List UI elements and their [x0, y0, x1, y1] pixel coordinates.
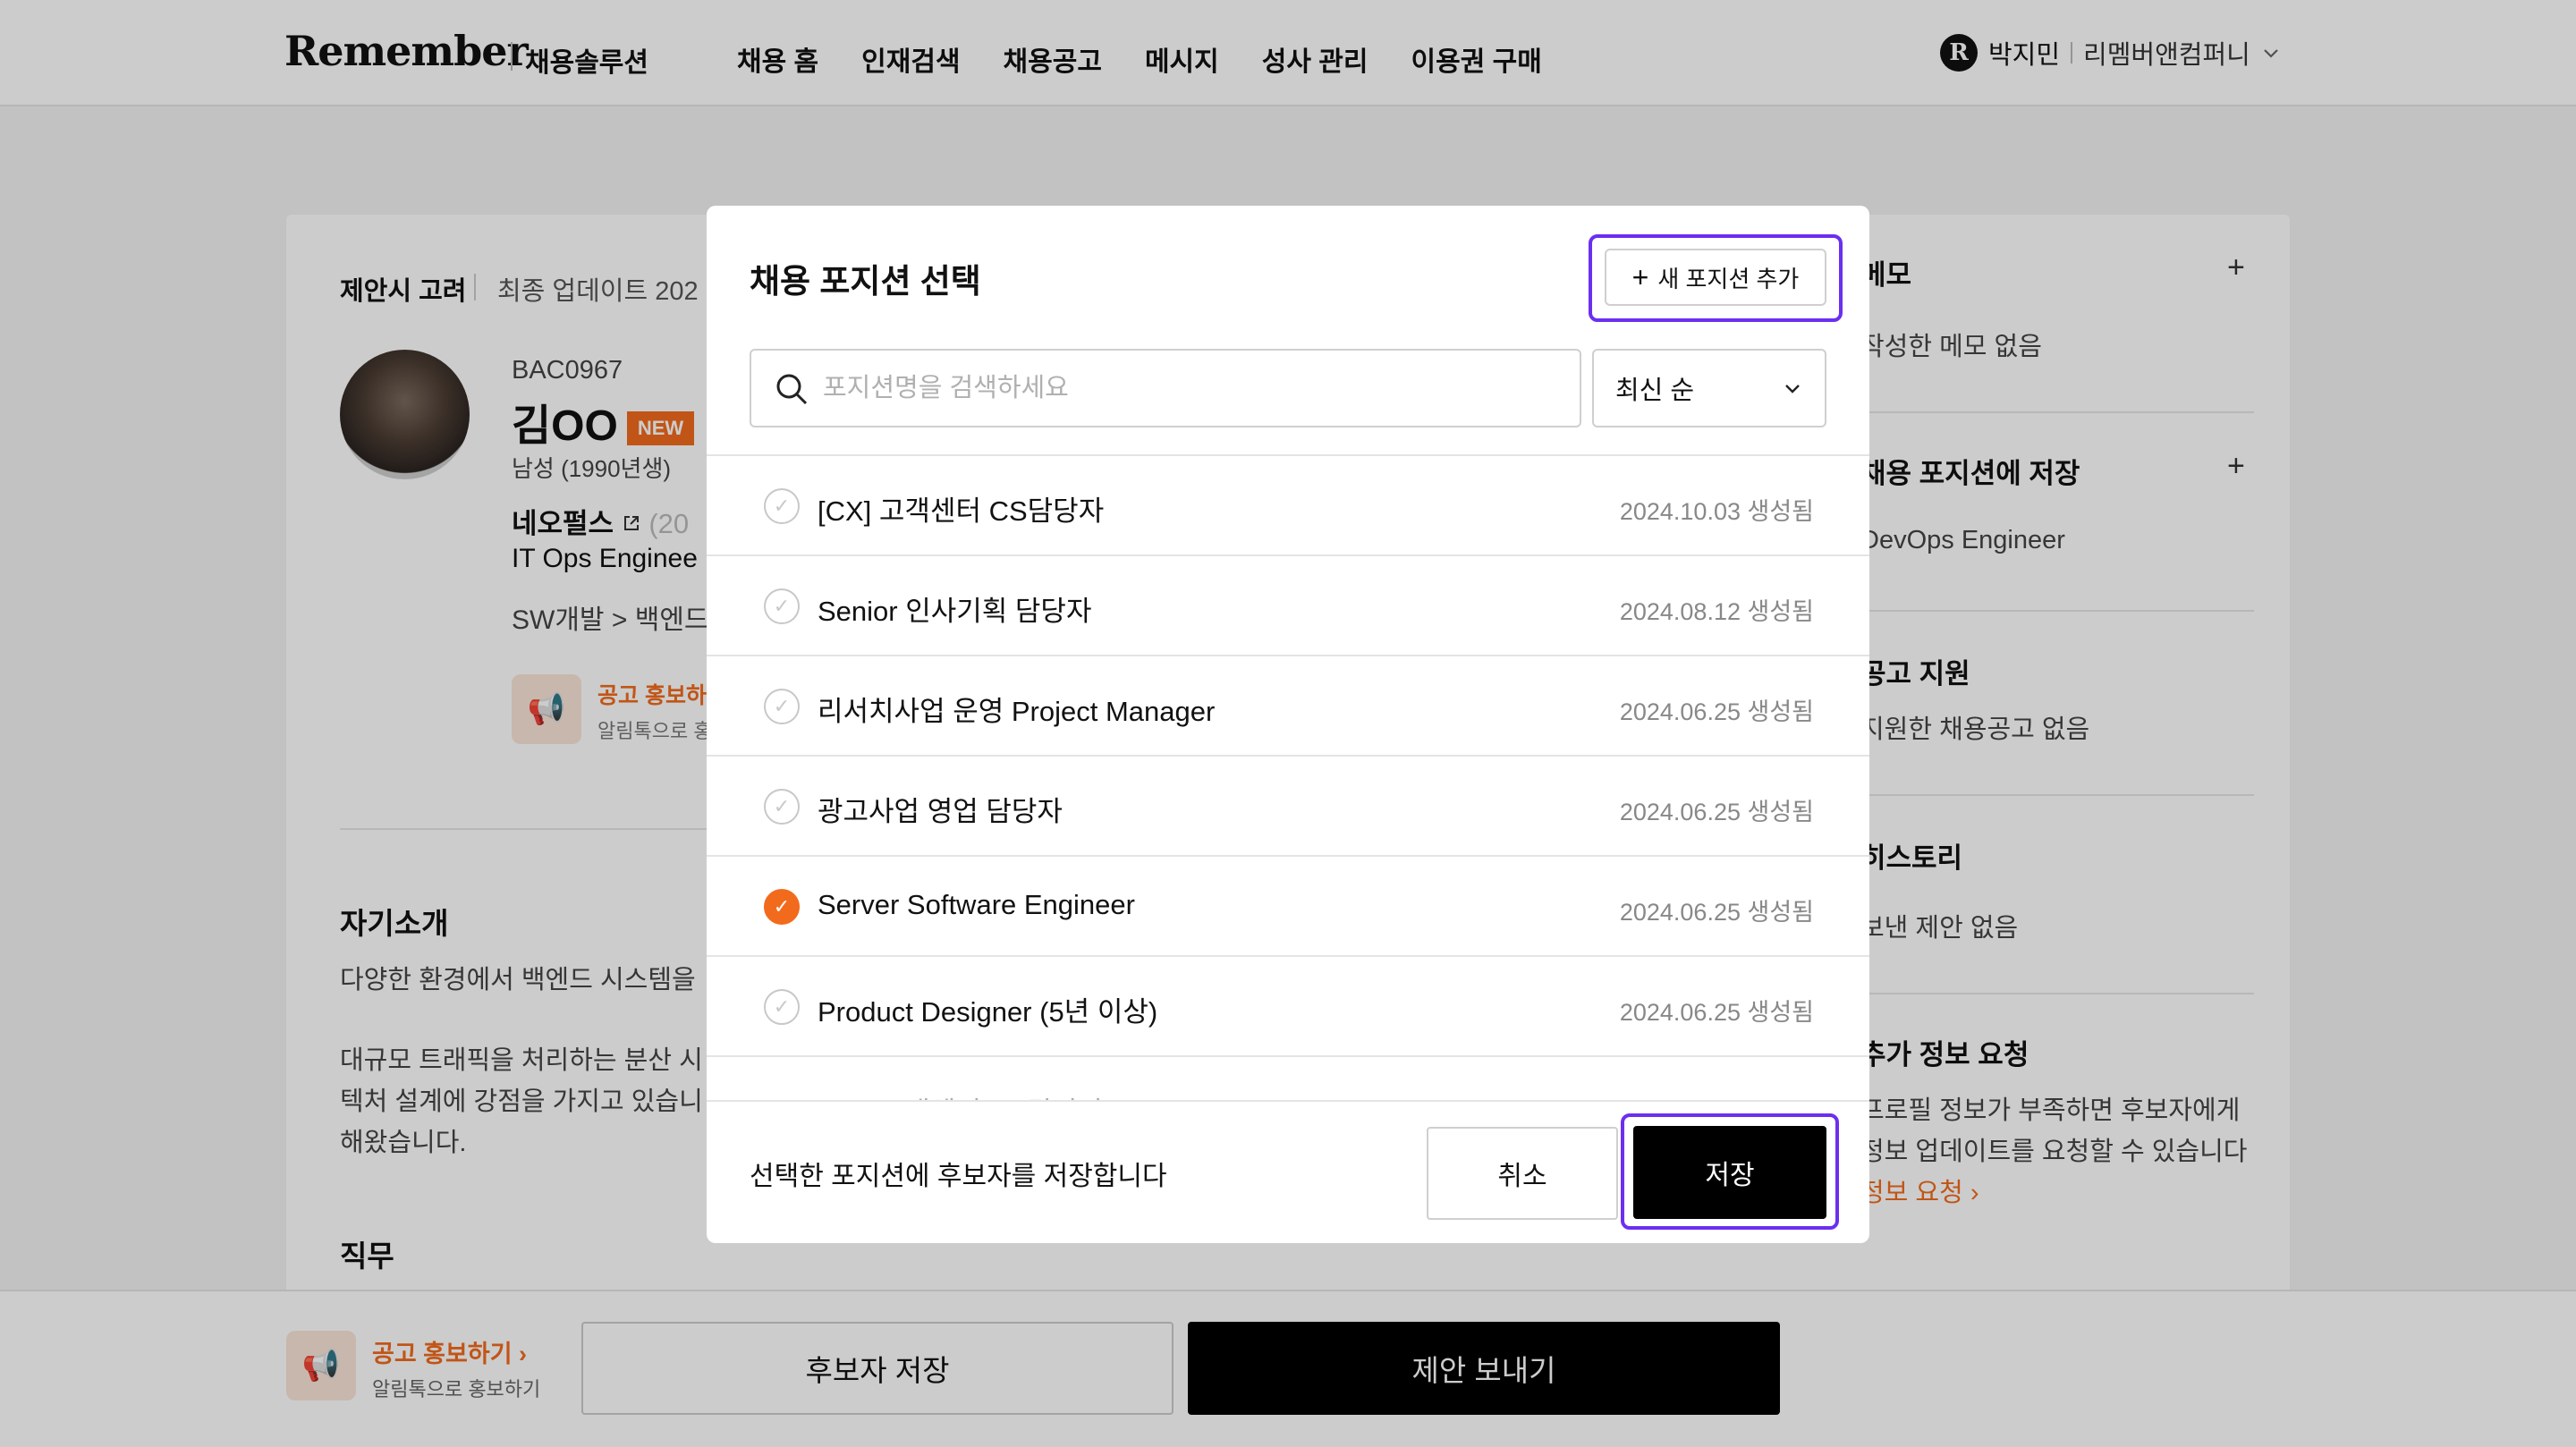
- page: Remember 채용솔루션 채용 홈 인재검색 채용공고 메시지 성사 관리 …: [0, 0, 2576, 1447]
- position-name: Server Software Engineer: [818, 889, 1135, 920]
- position-item[interactable]: ✓ 광고사업 영업 담당자 2024.06.25 생성됨: [707, 757, 1869, 857]
- position-date: 2024.06.25 생성됨: [1619, 698, 1814, 725]
- chevron-down-icon: [1785, 385, 1800, 393]
- check-icon[interactable]: ✓: [764, 588, 800, 624]
- search-input[interactable]: [823, 373, 1580, 403]
- modal-footer-divider: [707, 1100, 1869, 1102]
- position-date: 2024.08.12 생성됨: [1619, 598, 1814, 625]
- position-date: 2024.06.25 생성됨: [1619, 799, 1814, 825]
- modal-footer-text: 선택한 포지션에 후보자를 저장합니다: [750, 1162, 1167, 1191]
- modal-title: 채용 포지션 선택: [750, 263, 981, 300]
- check-icon[interactable]: ✓: [764, 488, 800, 524]
- search-box[interactable]: [750, 349, 1581, 427]
- add-position-button[interactable]: + 새 포지션 추가: [1605, 249, 1826, 306]
- plus-icon: +: [1631, 261, 1649, 293]
- save-button[interactable]: 저장: [1633, 1126, 1826, 1219]
- check-icon[interactable]: ✓: [764, 689, 800, 724]
- add-position-label: 새 포지션 추가: [1657, 265, 1800, 292]
- checked-icon[interactable]: ✓: [764, 889, 800, 925]
- position-item[interactable]: ✓ 리서치사업 운영 Project Manager 2024.06.25 생성…: [707, 656, 1869, 757]
- position-item[interactable]: ✓ Senior 인사기획 담당자 2024.08.12 생성됨: [707, 556, 1869, 656]
- position-name: Product Designer (5년 이상): [818, 996, 1158, 1028]
- check-icon[interactable]: ✓: [764, 989, 800, 1025]
- position-list: ✓ [CX] 고객센터 CS담당자 2024.10.03 생성됨 ✓ Senio…: [707, 456, 1869, 1100]
- position-date: 2024.06.25 생성됨: [1620, 1093, 1814, 1100]
- sort-value: 최신 순: [1615, 377, 1695, 405]
- position-name: Senior 인사기획 담당자: [818, 596, 1092, 627]
- position-item[interactable]: ✓ Product Designer (5년 이상) 2024.06.25 생성…: [707, 957, 1869, 1057]
- position-item-selected[interactable]: ✓ Server Software Engineer 2024.06.25 생성…: [707, 857, 1869, 957]
- position-date: 2024.06.25 생성됨: [1619, 999, 1814, 1026]
- sort-select[interactable]: 최신 순: [1592, 349, 1826, 427]
- position-item[interactable]: [CX] 고객센터 CS담당자 2024.06.25 생성됨: [707, 1057, 1869, 1100]
- position-date: 2024.06.25 생성됨: [1619, 899, 1814, 926]
- position-name: 리서치사업 운영 Project Manager: [818, 696, 1216, 727]
- check-icon[interactable]: ✓: [764, 789, 800, 825]
- position-select-modal: 채용 포지션 선택 + 새 포지션 추가 최신 순 ✓ [CX] 고객센터 CS…: [707, 206, 1869, 1243]
- position-name: 광고사업 영업 담당자: [818, 796, 1063, 827]
- position-name: [CX] 고객센터 CS담당자: [818, 495, 1105, 527]
- position-item[interactable]: ✓ [CX] 고객센터 CS담당자 2024.10.03 생성됨: [707, 456, 1869, 556]
- position-date: 2024.10.03 생성됨: [1619, 498, 1814, 525]
- cancel-button[interactable]: 취소: [1427, 1127, 1618, 1220]
- position-name: [CX] 고객센터 CS담당자: [818, 1089, 1104, 1100]
- search-icon: [776, 374, 808, 405]
